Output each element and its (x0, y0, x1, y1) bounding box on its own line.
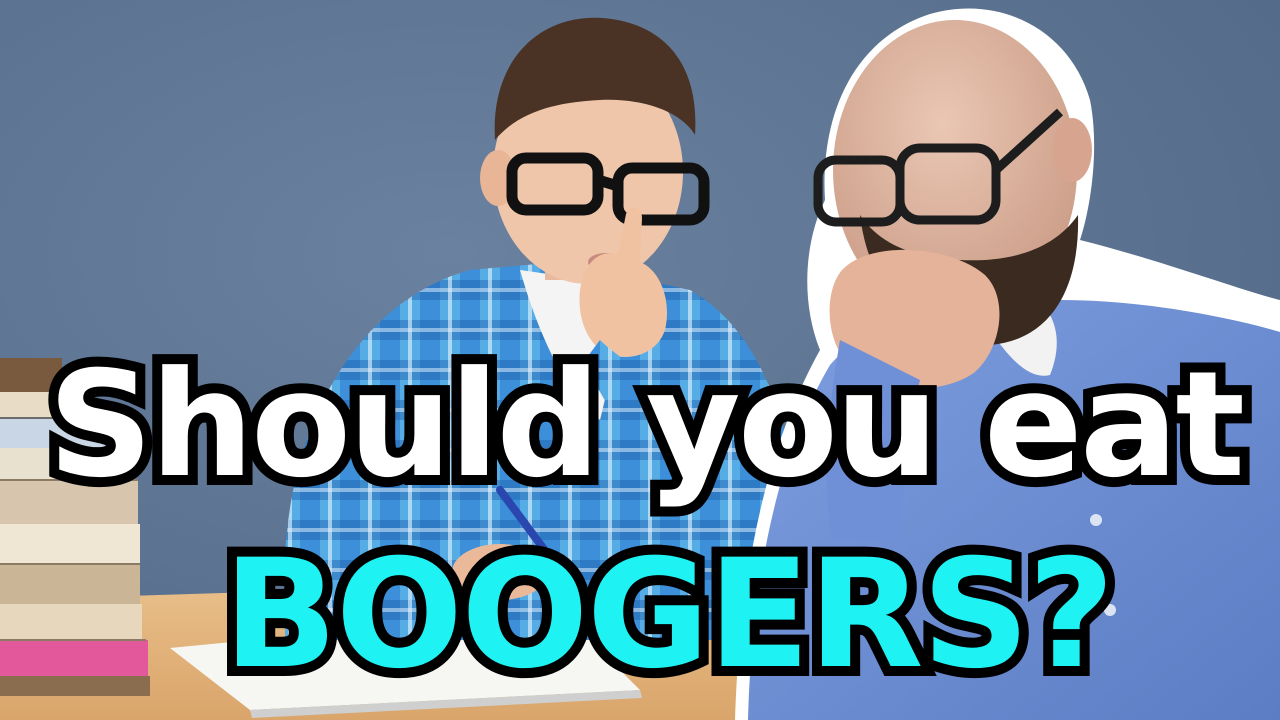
headline-line-1: Should you eat (38, 340, 1255, 510)
video-thumbnail[interactable]: Should you eat BOOGERS? (0, 0, 1280, 720)
headline-line-2: BOOGERS? (213, 528, 1125, 702)
